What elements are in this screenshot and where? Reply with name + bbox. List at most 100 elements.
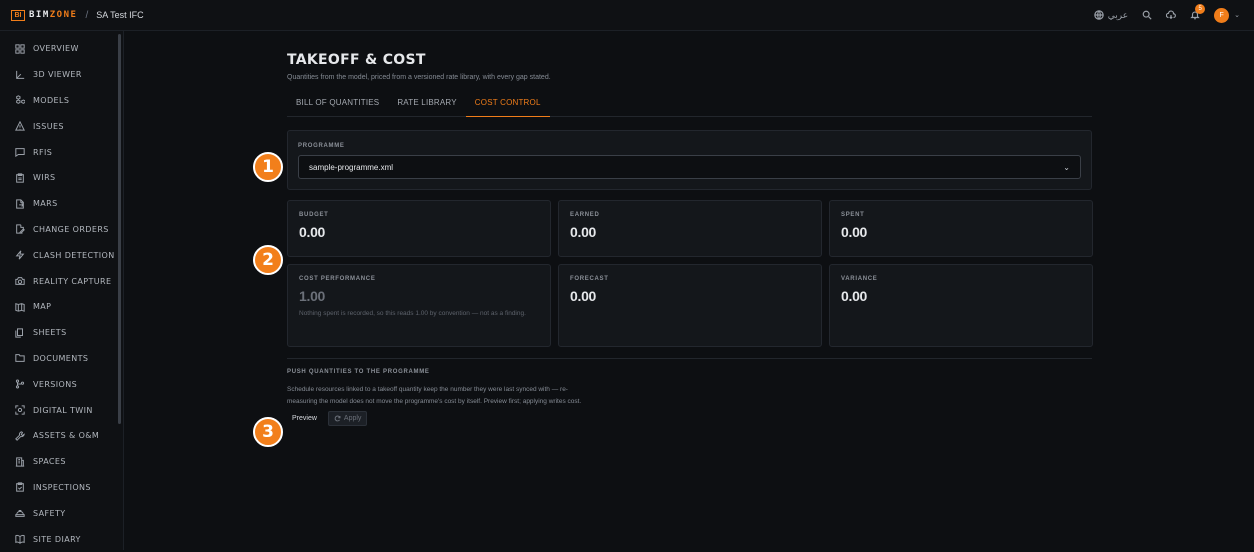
user-menu[interactable]: F ⌄ — [1214, 7, 1240, 23]
metric-cost-performance: COST PERFORMANCE 1.00 Nothing spent is r… — [287, 264, 551, 347]
chevron-down-icon: ⌄ — [1234, 12, 1240, 19]
search-button[interactable] — [1142, 10, 1152, 20]
file-export-icon — [16, 199, 25, 209]
sidebar-item-label: INSPECTIONS — [33, 482, 91, 492]
step-marker-3: 3 — [253, 417, 283, 447]
programme-card: PROGRAMME sample-programme.xml ⌄ — [287, 130, 1092, 190]
sidebar-item-assets-om[interactable]: ASSETS & O&M — [0, 423, 123, 449]
page-subtitle: Quantities from the model, priced from a… — [287, 74, 551, 81]
metric-value: 0.00 — [841, 288, 868, 304]
sidebar-item-spaces[interactable]: SPACES — [0, 449, 123, 475]
push-section-description: Schedule resources linked to a takeoff q… — [287, 386, 582, 405]
sidebar-item-models[interactable]: MODELS — [0, 88, 123, 114]
cloud-sync-icon — [1166, 10, 1177, 20]
tab-rate-library[interactable]: RATE LIBRARY — [388, 95, 465, 117]
camera-icon — [15, 277, 25, 285]
sidebar-item-site-diary[interactable]: SITE DIARY — [0, 526, 123, 552]
sidebar-item-wirs[interactable]: WIRS — [0, 165, 123, 191]
refresh-icon — [334, 415, 341, 422]
sidebar-item-3d-viewer[interactable]: 3D VIEWER — [0, 62, 123, 88]
sidebar-item-change-orders[interactable]: CHANGE ORDERS — [0, 217, 123, 243]
programme-selected-value: sample-programme.xml — [309, 162, 394, 172]
sidebar-item-reality-capture[interactable]: REALITY CAPTURE — [0, 268, 123, 294]
notifications-button[interactable]: 5 — [1190, 4, 1206, 20]
breadcrumb-project[interactable]: SA Test IFC — [96, 10, 143, 20]
metric-value: 0.00 — [841, 224, 868, 240]
sidebar-item-label: MAP — [33, 302, 52, 312]
sidebar-item-label: MODELS — [33, 95, 70, 105]
logo-mark: BI — [11, 9, 25, 21]
sidebar-item-label: SHEETS — [33, 328, 67, 338]
map-icon — [15, 302, 25, 312]
sidebar-item-label: ASSETS & O&M — [33, 431, 100, 441]
tab-bar: BILL OF QUANTITIES RATE LIBRARY COST CON… — [287, 95, 1092, 117]
sidebar-item-label: CHANGE ORDERS — [33, 224, 109, 234]
metric-label: EARNED — [570, 212, 600, 218]
logo-text: BIMZONE — [29, 10, 78, 20]
sidebar-item-label: RFIS — [33, 147, 53, 157]
sidebar-item-issues[interactable]: ISSUES — [0, 113, 123, 139]
clipboard-list-icon — [16, 173, 24, 183]
step-marker-2: 2 — [253, 245, 283, 275]
metric-earned: EARNED 0.00 — [558, 200, 822, 257]
building-icon — [15, 456, 25, 467]
programme-select[interactable]: sample-programme.xml ⌄ — [298, 155, 1081, 179]
language-switch[interactable]: عربي — [1094, 10, 1128, 21]
breadcrumb-separator: / — [85, 9, 89, 21]
warning-icon — [15, 121, 25, 131]
metric-forecast: FORECAST 0.00 — [558, 264, 822, 347]
programme-label: PROGRAMME — [298, 143, 345, 149]
preview-button[interactable]: Preview — [287, 411, 322, 426]
metric-value: 0.00 — [570, 288, 597, 304]
sidebar-item-label: VERSIONS — [33, 379, 78, 389]
section-divider — [287, 358, 1092, 359]
axes-icon — [16, 70, 25, 79]
boxes-icon — [16, 95, 25, 105]
sidebar-item-safety[interactable]: SAFETY — [0, 500, 123, 526]
sidebar-item-mars[interactable]: MARS — [0, 191, 123, 217]
metric-label: BUDGET — [299, 212, 329, 218]
sidebar-item-rfis[interactable]: RFIS — [0, 139, 123, 165]
metric-label: FORECAST — [570, 276, 609, 282]
sidebar-scrollbar[interactable] — [118, 34, 121, 424]
tab-cost-control[interactable]: COST CONTROL — [465, 95, 550, 117]
metric-budget: BUDGET 0.00 — [287, 200, 551, 257]
sidebar-item-label: OVERVIEW — [33, 44, 79, 54]
metrics-grid: BUDGET 0.00 EARNED 0.00 SPENT 0.00 COST … — [287, 200, 1093, 347]
sidebar-item-label: DIGITAL TWIN — [33, 405, 93, 415]
main-content: TAKEOFF & COST Quantities from the model… — [287, 31, 1093, 426]
sidebar-item-digital-twin[interactable]: DIGITAL TWIN — [0, 397, 123, 423]
sync-button[interactable] — [1166, 10, 1177, 20]
app-logo[interactable]: BI BIMZONE — [11, 9, 78, 21]
tab-bill-of-quantities[interactable]: BILL OF QUANTITIES — [287, 95, 388, 117]
metric-spent: SPENT 0.00 — [829, 200, 1093, 257]
clipboard-check-icon — [16, 482, 24, 493]
step-marker-1: 1 — [253, 152, 283, 182]
sidebar-item-inspections[interactable]: INSPECTIONS — [0, 475, 123, 501]
metric-label: VARIANCE — [841, 276, 878, 282]
sidebar-item-documents[interactable]: DOCUMENTS — [0, 346, 123, 372]
message-icon — [15, 148, 25, 158]
metric-variance: VARIANCE 0.00 — [829, 264, 1093, 347]
globe-icon — [1094, 10, 1104, 20]
sidebar-item-label: WIRS — [33, 173, 56, 183]
chevron-down-icon: ⌄ — [1063, 162, 1070, 172]
sidebar-item-map[interactable]: MAP — [0, 294, 123, 320]
hardhat-icon — [15, 510, 25, 518]
sidebar-item-sheets[interactable]: SHEETS — [0, 320, 123, 346]
file-edit-icon — [16, 224, 25, 235]
language-label: عربي — [1107, 9, 1129, 20]
bolt-icon — [15, 250, 25, 260]
sidebar-item-overview[interactable]: OVERVIEW — [0, 36, 123, 62]
metric-value: 1.00 — [299, 288, 326, 304]
apply-button[interactable]: Apply — [327, 411, 368, 426]
metric-label: SPENT — [841, 212, 865, 218]
branch-icon — [15, 379, 25, 389]
sheets-icon — [15, 327, 23, 338]
sidebar-item-versions[interactable]: VERSIONS — [0, 371, 123, 397]
sidebar-item-clash-detection[interactable]: CLASH DETECTION — [0, 242, 123, 268]
grid-icon — [15, 44, 25, 54]
metric-note: Nothing spent is recorded, so this reads… — [299, 310, 526, 317]
notification-badge: 5 — [1195, 4, 1206, 14]
metric-value: 0.00 — [299, 224, 326, 240]
